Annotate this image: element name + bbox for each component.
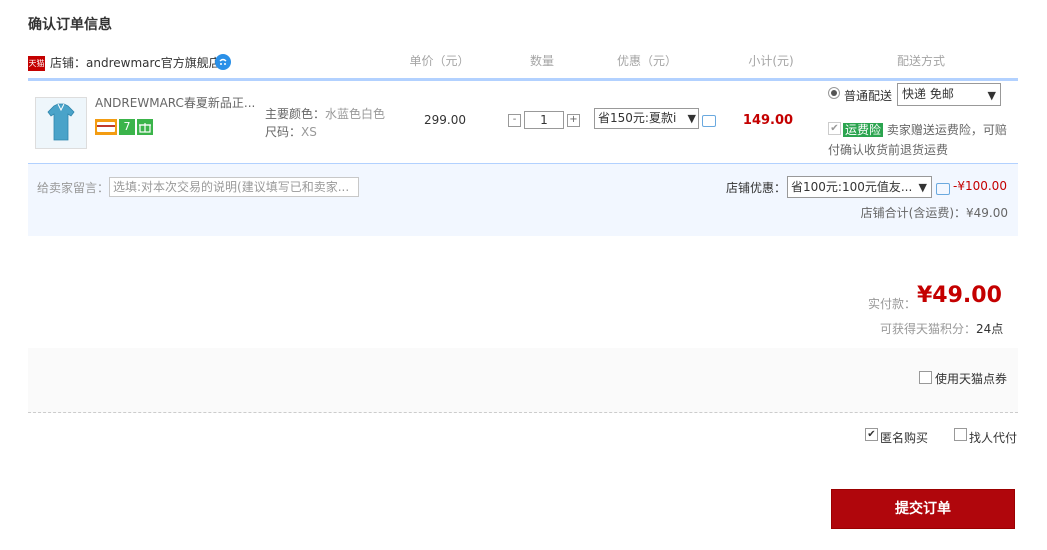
- item-discount-select[interactable]: 省150元:夏款i ▼: [594, 108, 699, 129]
- col-unit-price: 单价（元）: [409, 54, 470, 68]
- col-shipping: 配送方式: [896, 54, 945, 68]
- product-thumbnail[interactable]: [35, 97, 87, 149]
- quantity-stepper: -1 +: [508, 111, 580, 129]
- message-icon[interactable]: [936, 183, 950, 195]
- qty-decrease-button[interactable]: -: [508, 113, 521, 127]
- points-line: 可获得天猫积分：24点: [880, 322, 1004, 336]
- shipping-method-select[interactable]: 快递 免邮 ▼: [897, 83, 1001, 106]
- message-label: 给卖家留言：: [37, 181, 110, 195]
- shop-total: 店铺合计(含运费)：¥49.00: [860, 206, 1008, 220]
- use-coupon-label[interactable]: 使用天猫点券: [935, 370, 1007, 387]
- insurance-text-2: 付确认收货前退货运费: [828, 143, 949, 157]
- shop-label: 店铺：andrewmarc官方旗舰店: [50, 54, 221, 71]
- seller-message-input[interactable]: 选填:对本次交易的说明(建议填写已和卖家...: [109, 177, 359, 197]
- anonymous-label[interactable]: 匿名购买: [880, 429, 928, 446]
- shipping-radio[interactable]: [828, 87, 840, 99]
- proxy-pay-label[interactable]: 找人代付: [969, 429, 1017, 446]
- order-item-row: ANDREWMARC春夏新品正... 7 主要颜色：水蓝色白色 尺码：XS 29…: [28, 81, 1018, 164]
- coupon-row: 使用天猫点券: [28, 348, 1018, 413]
- message-icon[interactable]: [702, 115, 716, 127]
- proxy-pay-checkbox[interactable]: [954, 428, 967, 441]
- shop-discount-select[interactable]: 省100元:100元值友... ▼: [787, 176, 932, 198]
- insurance-tag: 运费险: [843, 123, 884, 137]
- order-table-header: 天猫 店铺：andrewmarc官方旗舰店 单价（元） 数量 优惠（元） 小计(…: [28, 50, 1018, 81]
- paid-amount: ¥49.00: [917, 283, 1002, 308]
- chevron-down-icon: ▼: [987, 89, 996, 102]
- page-title: 确认订单信息: [28, 17, 112, 33]
- tmall-icon: 天猫: [28, 56, 45, 71]
- shop-discount-label: 店铺优惠：: [726, 181, 787, 195]
- submit-order-button[interactable]: 提交订单: [831, 489, 1015, 529]
- insurance-checkbox[interactable]: ✔: [828, 122, 841, 135]
- shop-discount-value: -¥100.00: [953, 179, 1007, 193]
- seller-message-row: 给卖家留言： 选填:对本次交易的说明(建议填写已和卖家... 店铺优惠： 省10…: [28, 164, 1018, 236]
- sku-size: 尺码：XS: [265, 125, 317, 139]
- col-subtotal: 小计(元): [748, 54, 794, 68]
- qty-increase-button[interactable]: +: [567, 113, 580, 127]
- unit-price: 299.00: [424, 113, 466, 127]
- service-badges: 7: [95, 119, 155, 135]
- item-subtotal: 149.00: [742, 113, 794, 128]
- shop-prefix: 店铺：: [50, 56, 87, 70]
- col-quantity: 数量: [529, 54, 554, 68]
- wangwang-chat-icon[interactable]: [215, 54, 231, 70]
- shop-name-link[interactable]: andrewmarc官方旗舰店: [86, 56, 221, 70]
- sku-color: 主要颜色：水蓝色白色: [265, 107, 386, 121]
- credit-card-icon: [95, 119, 117, 135]
- insurance-text: 运费险 卖家赠送运费险，可赔: [843, 123, 1007, 137]
- use-coupon-checkbox[interactable]: [919, 371, 932, 384]
- paid-label: 实付款：: [868, 297, 917, 311]
- product-title-link[interactable]: ANDREWMARC春夏新品正...: [95, 94, 255, 111]
- col-discount: 优惠（元）: [616, 54, 677, 68]
- seven-day-return-icon: 7: [119, 119, 135, 135]
- chevron-down-icon: ▼: [687, 112, 696, 125]
- shipping-method-label: 普通配送: [844, 89, 893, 103]
- chevron-down-icon: ▼: [918, 181, 927, 194]
- quantity-input[interactable]: 1: [524, 111, 564, 129]
- anonymous-checkbox[interactable]: ✔: [865, 428, 878, 441]
- gift-icon: [137, 119, 153, 135]
